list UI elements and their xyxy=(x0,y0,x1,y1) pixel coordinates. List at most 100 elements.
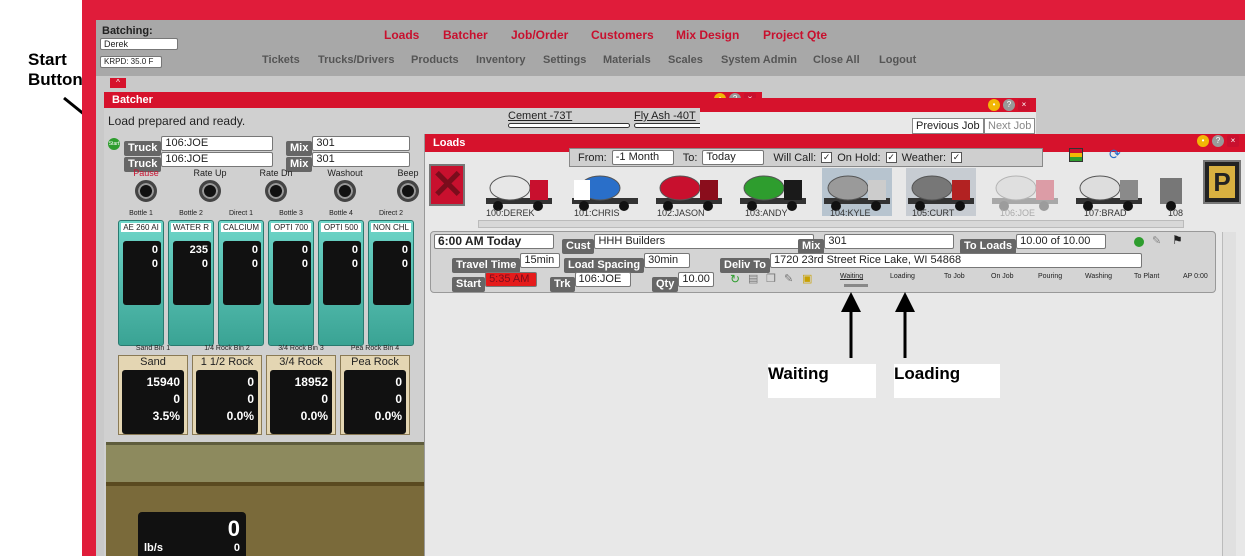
collapse-tab[interactable]: ^ xyxy=(110,78,126,88)
truck-field-1[interactable]: 106:JOE xyxy=(161,136,274,151)
edit-icon[interactable]: ✎ xyxy=(1152,234,1161,247)
status-progress-bar xyxy=(844,284,868,287)
close-icon[interactable]: × xyxy=(1227,135,1239,147)
menu-mix-design[interactable]: Mix Design xyxy=(676,28,739,42)
menu-inventory[interactable]: Inventory xyxy=(476,54,526,66)
krpd-field: KRPD: 35.0 F xyxy=(100,56,162,68)
start-button-callout: Start Button xyxy=(28,50,83,89)
job-window: • ? × Previous Job Next Job xyxy=(700,98,1036,138)
menu-system-admin[interactable]: System Admin xyxy=(721,54,797,66)
menu-batcher[interactable]: Batcher xyxy=(443,28,488,42)
onhold-checkbox[interactable]: ✓ xyxy=(885,152,897,163)
weather-checkbox[interactable]: ✓ xyxy=(951,152,963,163)
from-select[interactable]: -1 Month xyxy=(611,150,674,165)
silo-3: Direct 1 CALCIUM 00 xyxy=(216,210,266,346)
control-beep[interactable]: Beep xyxy=(388,168,428,204)
menu-settings[interactable]: Settings xyxy=(543,54,586,66)
loading-arrow-icon xyxy=(895,292,915,358)
status-pouring[interactable]: Pouring xyxy=(1038,273,1062,280)
help-icon[interactable]: ? xyxy=(1003,99,1015,111)
filter-bar: From: -1 Month To: Today Will Call: ✓ On… xyxy=(569,148,1043,167)
flag-icon[interactable]: ⚑ xyxy=(1172,233,1183,247)
bin-4: Pea Rock Bin 4 Pea Rock 0 0 0.0% xyxy=(340,345,410,435)
lock-icon[interactable]: ▣ xyxy=(802,272,812,285)
bin-3: 3/4 Rock Bin 3 3/4 Rock 18952 0 0.0% xyxy=(266,345,336,435)
status-to-plant[interactable]: To Plant xyxy=(1134,273,1159,280)
loads-scrollbar[interactable] xyxy=(1222,232,1236,556)
truck-strip-scrollbar[interactable] xyxy=(478,220,1184,228)
rate-dn-knob-icon[interactable] xyxy=(265,180,287,202)
status-to-job[interactable]: To Job xyxy=(944,273,965,280)
control-rate-up[interactable]: Rate Up xyxy=(190,168,230,204)
help-icon[interactable]: ? xyxy=(1212,135,1224,147)
control-washout[interactable]: Washout xyxy=(322,168,368,204)
status-washing[interactable]: Washing xyxy=(1085,273,1112,280)
menu-scales[interactable]: Scales xyxy=(668,54,703,66)
truck-field[interactable]: 106:JOE xyxy=(574,272,631,287)
menu-tickets[interactable]: Tickets xyxy=(262,54,300,66)
refresh-icon[interactable]: ⟳ xyxy=(1109,146,1121,163)
hopper-conveyor xyxy=(106,442,426,482)
willcall-checkbox[interactable]: ✓ xyxy=(821,152,833,163)
silo-5: Bottle 4 OPTI 500 00 xyxy=(316,210,366,346)
cancel-load-button[interactable]: ✕ xyxy=(429,164,465,206)
menu-logout[interactable]: Logout xyxy=(879,54,916,66)
silo-2: Bottle 2 WATER R 235 0 xyxy=(166,210,216,346)
control-pause[interactable]: Pause xyxy=(126,168,166,204)
truck-field-2[interactable]: 106:JOE xyxy=(161,152,274,167)
status-green-icon xyxy=(1134,237,1144,247)
waiting-arrow-icon xyxy=(841,292,861,358)
cement-gauge: Cement -73T xyxy=(508,110,630,128)
load-spacing-field[interactable]: 30min xyxy=(644,253,691,268)
menu-products[interactable]: Products xyxy=(411,54,459,66)
admix-silos: Bottle 1 AE 260 AI 00 Bottle 2 WATER R 2… xyxy=(116,210,424,350)
pause-knob-icon[interactable] xyxy=(135,180,157,202)
menu-loads[interactable]: Loads xyxy=(384,28,419,42)
start-time-field[interactable]: 5:35 AM xyxy=(485,272,538,287)
park-button[interactable]: P xyxy=(1203,160,1241,204)
to-select[interactable]: Today xyxy=(702,150,765,165)
scale-display: 0 lb/s 0 xyxy=(138,512,246,556)
menu-products[interactable]: Materials xyxy=(603,54,651,66)
menu-job-order[interactable]: Job/Order xyxy=(511,28,568,42)
beep-knob-icon[interactable] xyxy=(397,180,419,202)
previous-job-button[interactable]: Previous Job xyxy=(912,118,984,134)
silo-4: Bottle 3 OPTI 700 00 xyxy=(266,210,316,346)
customer-field[interactable]: HHH Builders xyxy=(594,234,815,249)
travel-time-field[interactable]: 15min xyxy=(520,253,561,268)
note-icon[interactable]: ✎ xyxy=(784,272,793,285)
refresh-load-icon[interactable]: ↻ xyxy=(730,272,740,286)
next-job-button[interactable]: Next Job xyxy=(984,118,1036,134)
pin-icon[interactable]: • xyxy=(1197,135,1209,147)
start-button[interactable]: Start xyxy=(108,138,120,150)
stoplight-icon[interactable] xyxy=(1069,148,1083,162)
waiting-callout: Waiting xyxy=(768,364,829,383)
copy-icon[interactable]: ❐ xyxy=(766,272,776,285)
deliver-to-field[interactable]: 1720 23rd Street Rice Lake, WI 54868 xyxy=(769,253,1142,268)
close-icon[interactable]: × xyxy=(1018,99,1030,111)
mix-field[interactable]: 301 xyxy=(824,234,955,249)
aggregate-bins: Sand Bin 1 Sand 15940 0 3.5% 1/4 Rock Bin … xyxy=(118,345,418,441)
status-waiting[interactable]: Waiting xyxy=(840,273,863,280)
silo-1: Bottle 1 AE 260 AI 00 xyxy=(116,210,166,346)
status-on-job[interactable]: On Job xyxy=(991,273,1014,280)
quantity-field[interactable]: 10.00 xyxy=(678,272,715,287)
menu-customers[interactable]: Customers xyxy=(591,28,654,42)
pin-icon[interactable]: • xyxy=(988,99,1000,111)
top-toolbar: Batching: Derek KRPD: 35.0 F xyxy=(96,20,1245,76)
mix-field-2[interactable]: 301 xyxy=(312,152,411,167)
batching-user-field[interactable]: Derek xyxy=(100,38,178,50)
rate-up-knob-icon[interactable] xyxy=(199,180,221,202)
menu-trucks-drivers[interactable]: Trucks/Drivers xyxy=(318,54,394,66)
batching-label: Batching: xyxy=(102,25,153,37)
to-loads-field[interactable]: 10.00 of 10.00 xyxy=(1016,234,1107,249)
control-rate-dn[interactable]: Rate Dn xyxy=(256,168,296,204)
status-ap: AP 0:00 xyxy=(1183,273,1208,280)
ticket-icon[interactable]: ▤ xyxy=(748,272,758,285)
menu-close-all[interactable]: Close All xyxy=(813,54,860,66)
mix-field-1[interactable]: 301 xyxy=(312,136,411,151)
menu-project-qte[interactable]: Project Qte xyxy=(763,28,827,42)
status-loading[interactable]: Loading xyxy=(890,273,915,280)
batcher-title: Batcher xyxy=(104,92,762,108)
washout-knob-icon[interactable] xyxy=(334,180,356,202)
